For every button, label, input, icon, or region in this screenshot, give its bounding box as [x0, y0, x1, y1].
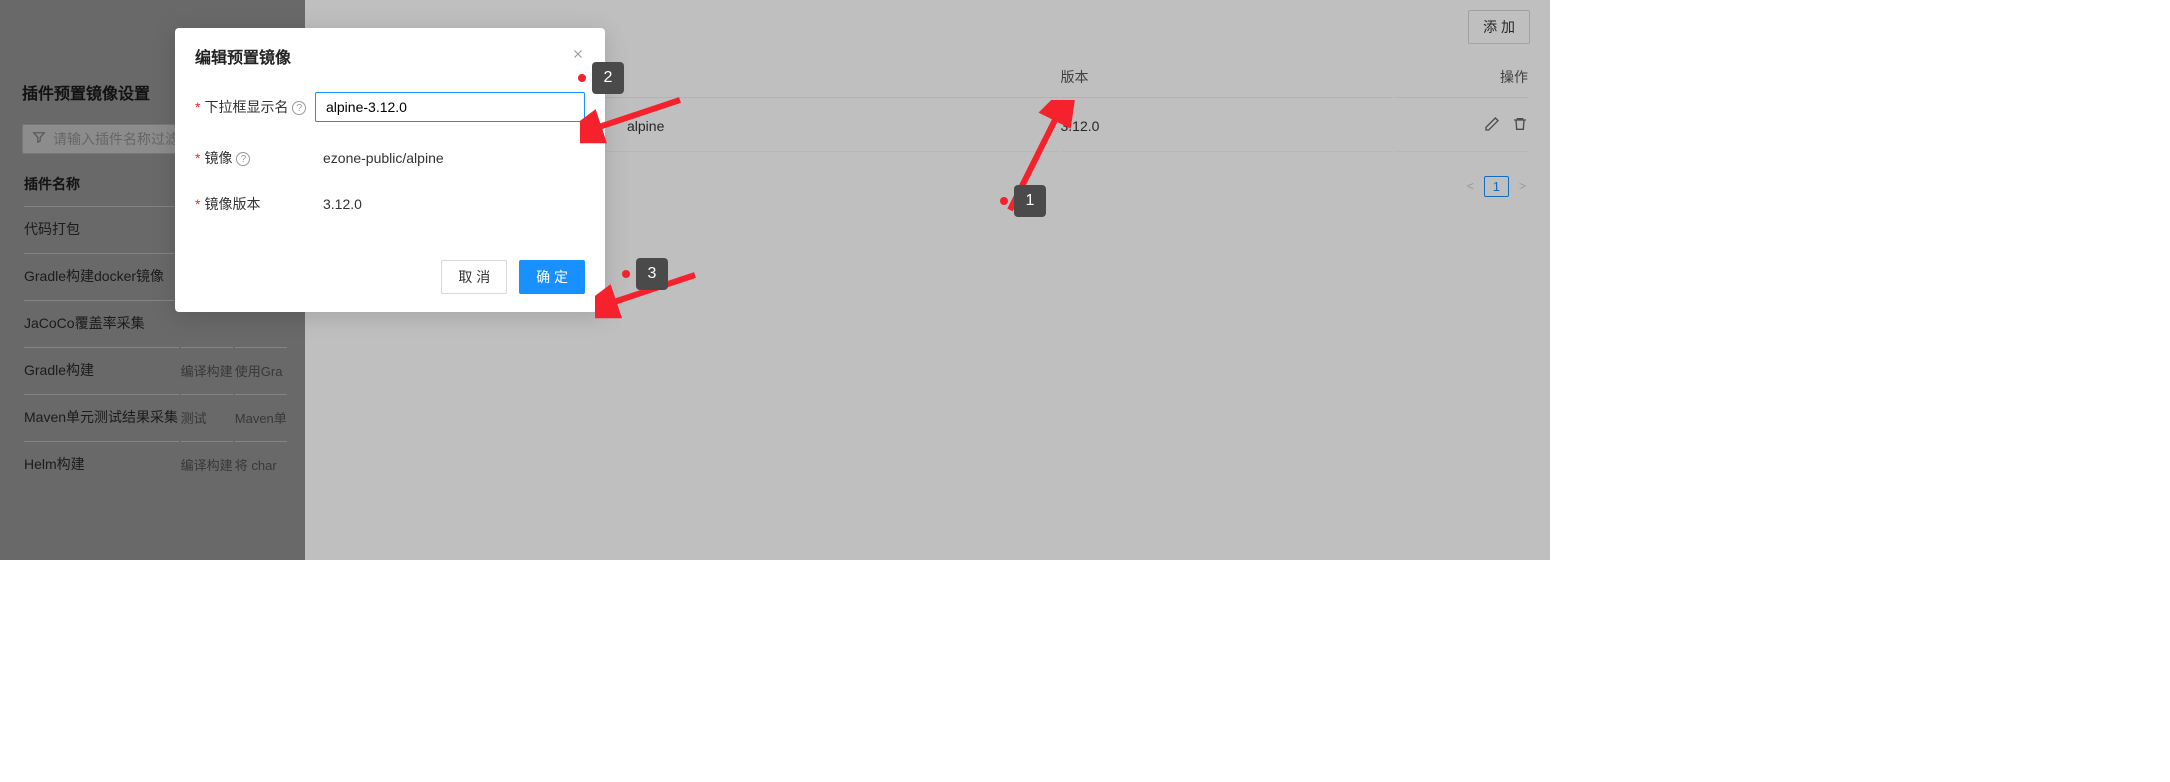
filter-icon	[32, 131, 46, 148]
confirm-button[interactable]: 确 定	[519, 260, 585, 294]
help-icon[interactable]: ?	[236, 152, 250, 166]
cancel-button[interactable]: 取 消	[441, 260, 507, 294]
label-display-name: *下拉框显示名?	[195, 97, 315, 117]
list-item[interactable]: Helm构建编译构建将 char	[24, 441, 287, 486]
edit-modal: 编辑预置镜像 *下拉框显示名? *镜像? ezone-public/alpine…	[175, 28, 605, 312]
label-image: *镜像?	[195, 148, 315, 168]
help-icon[interactable]: ?	[292, 101, 306, 115]
modal-title: 编辑预置镜像	[195, 44, 291, 68]
plugin-col-name: 插件名称	[24, 174, 179, 204]
close-icon[interactable]	[571, 47, 585, 66]
display-name-input[interactable]	[315, 92, 585, 122]
list-item[interactable]: Gradle构建编译构建使用Gra	[24, 347, 287, 392]
label-version: *镜像版本	[195, 194, 315, 214]
version-value: 3.12.0	[315, 196, 585, 212]
image-value: ezone-public/alpine	[315, 150, 585, 166]
list-item[interactable]: Maven单元测试结果采集测试Maven单	[24, 394, 287, 439]
